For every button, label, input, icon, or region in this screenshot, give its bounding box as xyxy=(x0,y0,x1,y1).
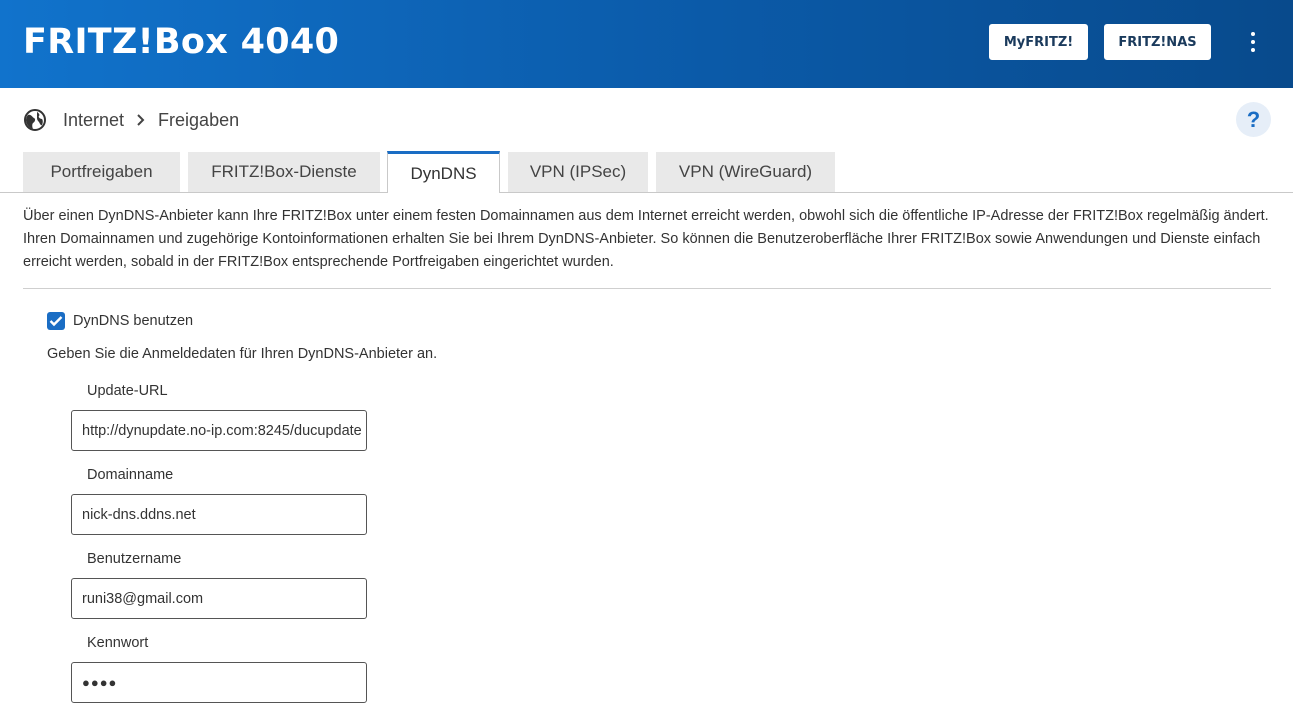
domain-label: Domainname xyxy=(87,467,174,483)
section-divider xyxy=(23,288,1271,289)
myfritz-button[interactable]: MyFRITZ! xyxy=(989,24,1088,60)
username-input[interactable]: runi38@gmail.com xyxy=(71,578,367,619)
update-url-input[interactable]: http://dynupdate.no-ip.com:8245/ducupdat… xyxy=(71,410,367,451)
help-button[interactable]: ? xyxy=(1236,102,1271,137)
use-dyndns-checkbox[interactable] xyxy=(47,312,65,330)
tab-vpn-wireguard[interactable]: VPN (WireGuard) xyxy=(656,152,835,192)
domain-input[interactable]: nick-dns.ddns.net xyxy=(71,494,367,535)
kebab-menu-icon[interactable] xyxy=(1242,31,1264,53)
chevron-right-icon xyxy=(136,113,146,127)
globe-icon xyxy=(23,108,47,132)
brand-title: FRITZ!Box 4040 xyxy=(23,22,340,62)
use-dyndns-row: DynDNS benutzen xyxy=(47,312,193,330)
tab-dyndns[interactable]: DynDNS xyxy=(387,151,500,193)
password-input[interactable]: ●●●● xyxy=(71,662,367,703)
header-bar: FRITZ!Box 4040 MyFRITZ! FRITZ!NAS xyxy=(0,0,1293,88)
tab-fritzbox-dienste[interactable]: FRITZ!Box-Dienste xyxy=(188,152,380,192)
tab-portfreigaben[interactable]: Portfreigaben xyxy=(23,152,180,192)
fritz-nas-button[interactable]: FRITZ!NAS xyxy=(1104,24,1211,60)
breadcrumb-freigaben: Freigaben xyxy=(158,109,240,130)
password-label: Kennwort xyxy=(87,635,149,651)
intro-text: Über einen DynDNS-Anbieter kann Ihre FRI… xyxy=(23,208,1269,270)
use-dyndns-label[interactable]: DynDNS benutzen xyxy=(73,313,193,329)
tab-bar: Portfreigaben FRITZ!Box-Dienste DynDNS V… xyxy=(0,151,1293,193)
breadcrumb: Internet Freigaben xyxy=(23,106,239,134)
username-label: Benutzername xyxy=(87,551,182,567)
update-url-label: Update-URL xyxy=(87,383,168,399)
credentials-hint: Geben Sie die Anmeldedaten für Ihren Dyn… xyxy=(47,346,438,362)
breadcrumb-internet[interactable]: Internet xyxy=(63,110,124,131)
tab-vpn-ipsec[interactable]: VPN (IPSec) xyxy=(508,152,648,192)
